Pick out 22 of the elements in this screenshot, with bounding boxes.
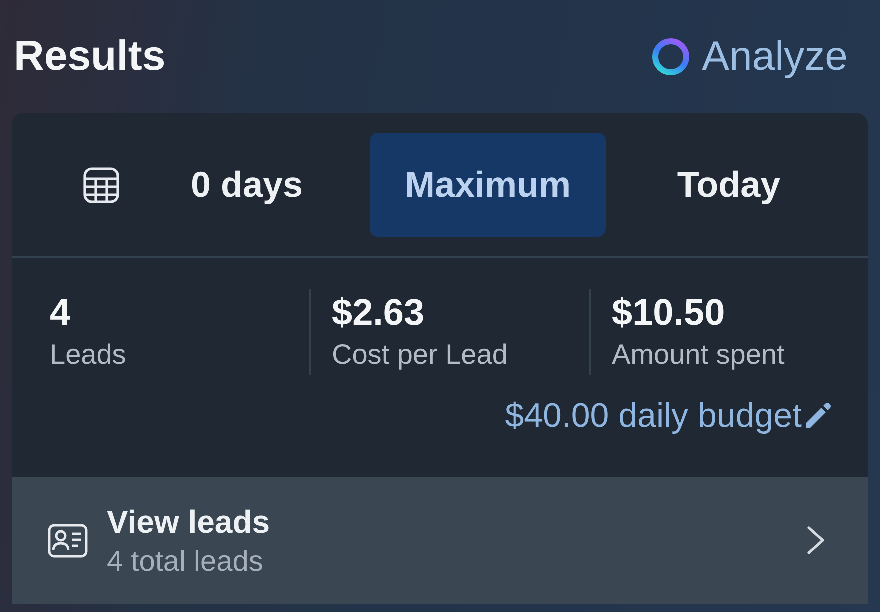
metric-value: $2.63 [332,291,426,335]
analyze-button[interactable]: Analyze [652,32,848,82]
daily-budget-link[interactable]: $40.00 daily budget [505,394,832,438]
view-leads-title: View leads [107,502,272,542]
daily-budget-text: $40.00 daily budget [505,396,802,437]
metric-label: Leads [50,338,128,372]
total-leads-count: 4 total leads [107,544,264,580]
date-range-tab[interactable]: 0 days [129,133,365,237]
pencil-icon [804,402,832,430]
metric-value: $10.50 [612,291,726,335]
section-title: Results [14,31,166,82]
metric-label: Cost per Lead [332,338,509,372]
date-range-tab[interactable]: Maximum [370,133,606,237]
view-leads-row[interactable]: View leads 4 total leads [12,477,868,604]
id-card-icon [48,524,88,558]
metric-label: Amount spent [612,338,786,372]
date-range-tab[interactable]: Today [611,133,847,237]
metric-value: 4 [50,291,72,335]
calendar-button[interactable] [83,166,120,204]
chevron-right-icon [807,526,825,555]
ring-icon [652,38,690,76]
calendar-icon [83,166,120,204]
